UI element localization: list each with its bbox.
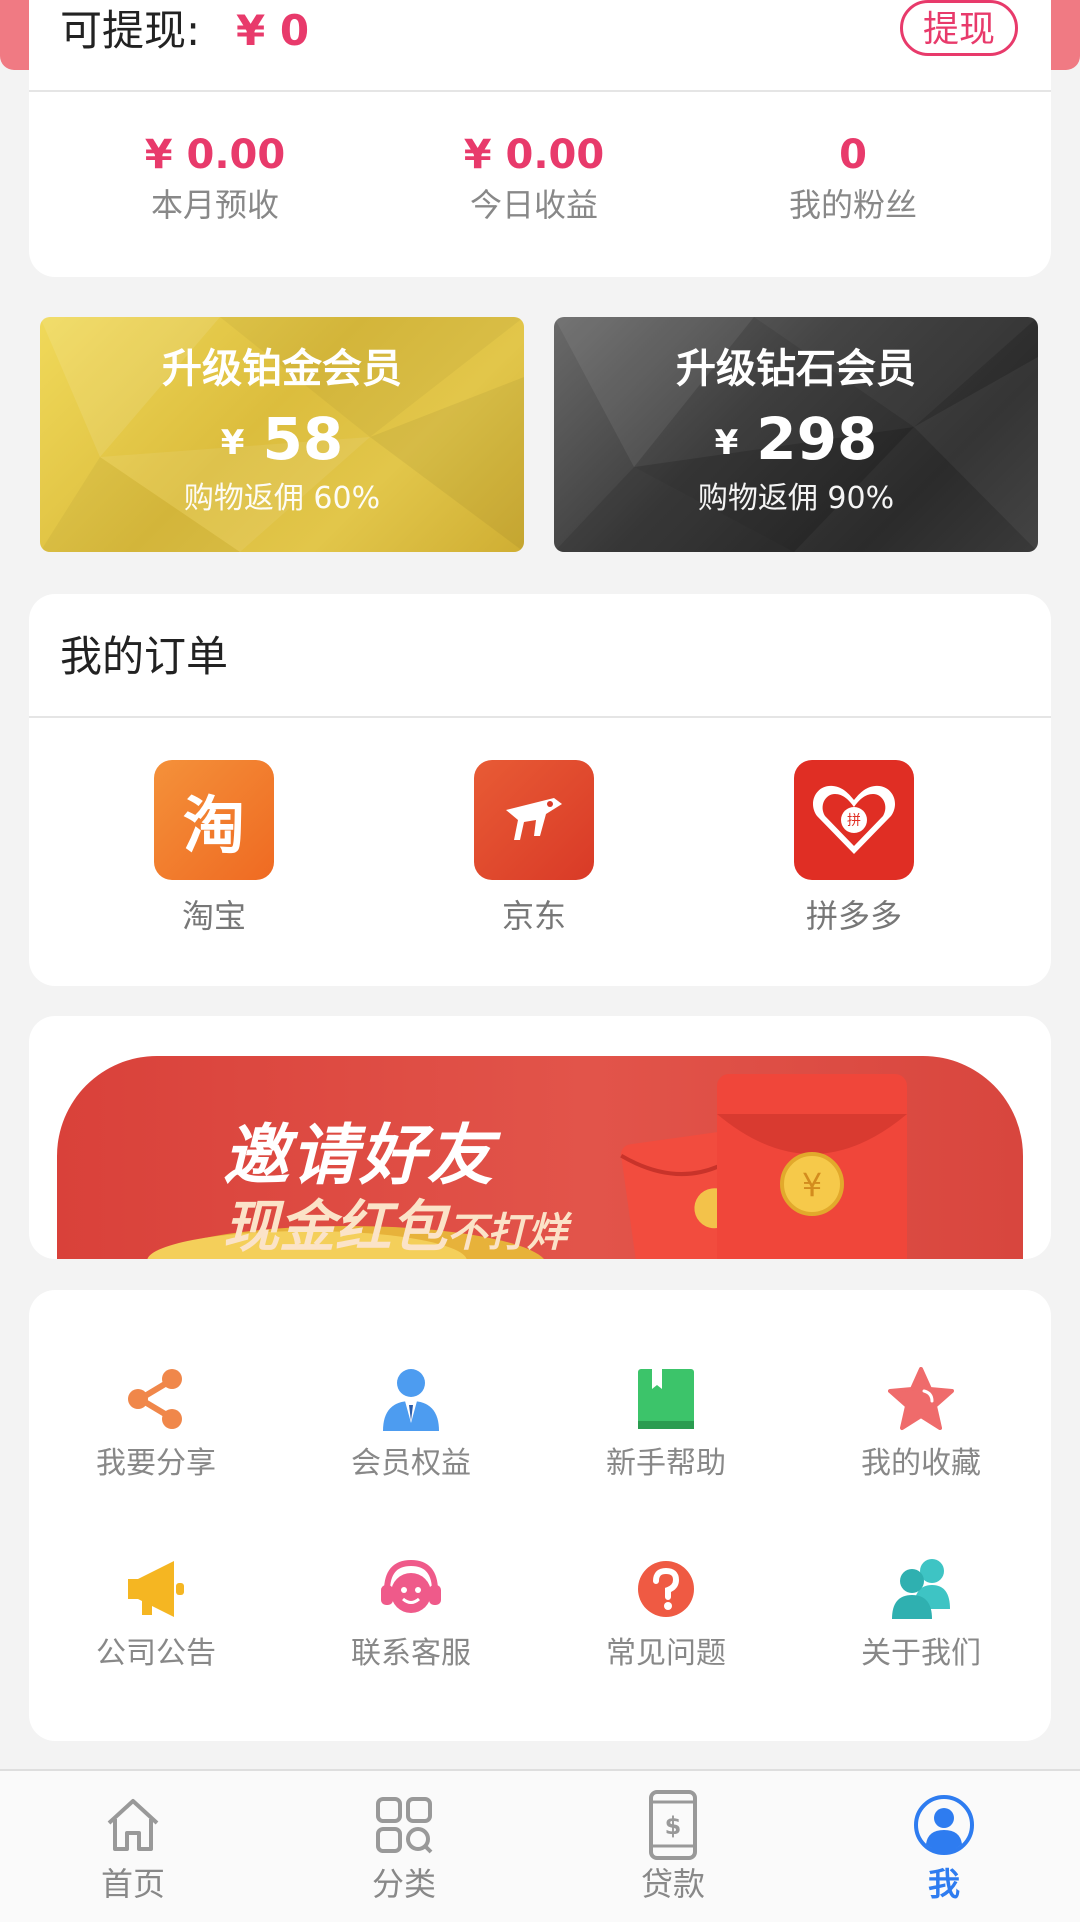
member-icon (376, 1364, 446, 1434)
tab-label: 分类 (371, 1865, 436, 1903)
stat-today-income[interactable]: ¥ 0.00 今日收益 (374, 130, 694, 230)
loan-glyph: $ (665, 1812, 682, 1840)
shop-name: 拼多多 (805, 897, 902, 935)
feature-beginner-help[interactable]: 新手帮助 (576, 1364, 756, 1484)
stat-monthly-expected[interactable]: ¥ 0.00 本月预收 (55, 130, 375, 230)
tab-label: 我 (927, 1865, 960, 1903)
upgrade-platinum-card[interactable]: 升级铂金会员 ¥58 购物返佣 60% (40, 317, 524, 552)
question-icon (631, 1554, 701, 1624)
withdraw-button[interactable]: 提现 (900, 0, 1018, 56)
jd-icon (474, 760, 594, 880)
feature-label: 会员权益 (351, 1446, 471, 1481)
share-icon (121, 1364, 191, 1434)
tab-label: 贷款 (640, 1865, 705, 1903)
shop-jd[interactable]: 京东 (454, 760, 614, 938)
feature-label: 常见问题 (606, 1636, 726, 1671)
invite-banner[interactable]: ¥ 邀请好友 现金红包不打烊 (57, 1056, 1023, 1259)
upgrade-diamond-card[interactable]: 升级钻石会员 ¥298 购物返佣 90% (554, 317, 1038, 552)
taobao-glyph: 淘 (182, 789, 245, 862)
divider (29, 90, 1051, 92)
profile-icon (909, 1790, 979, 1860)
stat-value: ¥ 0.00 (463, 132, 605, 178)
feature-member-benefits[interactable]: 会员权益 (321, 1364, 501, 1484)
stat-value: ¥ 0.00 (144, 132, 286, 178)
tab-me[interactable]: 我 (869, 1790, 1019, 1906)
stat-label: 今日收益 (469, 186, 598, 224)
stat-my-fans[interactable]: 0 我的粉丝 (693, 130, 1013, 230)
invite-subtitle-main: 现金红包 (223, 1195, 447, 1259)
shop-name: 淘宝 (181, 897, 246, 935)
tab-loan[interactable]: $ 贷款 (598, 1790, 748, 1906)
feature-label: 我的收藏 (861, 1446, 981, 1481)
pinduoduo-icon: 拼 (794, 760, 914, 880)
invite-subtitle-suffix: 不打烊 (447, 1210, 567, 1256)
feature-label: 关于我们 (861, 1636, 981, 1671)
feature-label: 新手帮助 (606, 1446, 726, 1481)
shop-name: 京东 (501, 897, 566, 935)
membership-price: ¥298 (554, 403, 1038, 479)
tab-category[interactable]: 分类 (329, 1790, 479, 1906)
jd-dog-shape (506, 798, 562, 840)
currency-symbol: ¥ (220, 422, 245, 463)
stat-label: 我的粉丝 (788, 186, 917, 224)
membership-title: 升级钻石会员 (676, 346, 916, 392)
withdraw-label: 可提现: (60, 6, 201, 55)
currency-symbol: ¥ (714, 422, 739, 463)
book-icon (631, 1364, 701, 1434)
shop-pinduoduo[interactable]: 拼 拼多多 (774, 760, 934, 938)
loan-icon: $ (638, 1790, 708, 1860)
tab-home[interactable]: 首页 (58, 1790, 208, 1906)
pdd-glyph: 拼 (847, 813, 861, 829)
coin-glyph: ¥ (802, 1166, 822, 1204)
stat-value: 0 (839, 132, 867, 178)
shop-taobao[interactable]: 淘 淘宝 (134, 760, 294, 938)
orders-title: 我的订单 (60, 632, 229, 681)
feature-label: 联系客服 (351, 1636, 471, 1671)
feature-label: 我要分享 (96, 1446, 216, 1481)
feature-announcements[interactable]: 公司公告 (66, 1554, 246, 1674)
taobao-icon: 淘 (154, 760, 274, 880)
price-value: 58 (262, 405, 344, 473)
stat-label: 本月预收 (150, 186, 279, 224)
membership-rebate: 购物返佣 60% (183, 480, 381, 516)
withdraw-amount: ¥ 0 (236, 6, 310, 55)
feature-faq[interactable]: 常见问题 (576, 1554, 756, 1674)
feature-label: 公司公告 (96, 1636, 216, 1671)
membership-title: 升级铂金会员 (162, 346, 402, 392)
team-icon (886, 1554, 956, 1624)
membership-rebate: 购物返佣 90% (697, 480, 895, 516)
star-icon (886, 1364, 956, 1434)
tab-label: 首页 (100, 1865, 165, 1903)
feature-favorites[interactable]: 我的收藏 (831, 1364, 1011, 1484)
feature-share[interactable]: 我要分享 (66, 1364, 246, 1484)
megaphone-icon (121, 1554, 191, 1624)
price-value: 298 (756, 405, 878, 473)
feature-customer-service[interactable]: 联系客服 (321, 1554, 501, 1674)
headset-icon (376, 1554, 446, 1624)
category-icon (369, 1790, 439, 1860)
divider (29, 716, 1051, 718)
membership-price: ¥58 (40, 403, 524, 479)
home-icon (98, 1790, 168, 1860)
feature-about-us[interactable]: 关于我们 (831, 1554, 1011, 1674)
pdd-heart-shape: 拼 (812, 785, 896, 854)
invite-subtitle: 现金红包不打烊 (223, 1182, 567, 1259)
